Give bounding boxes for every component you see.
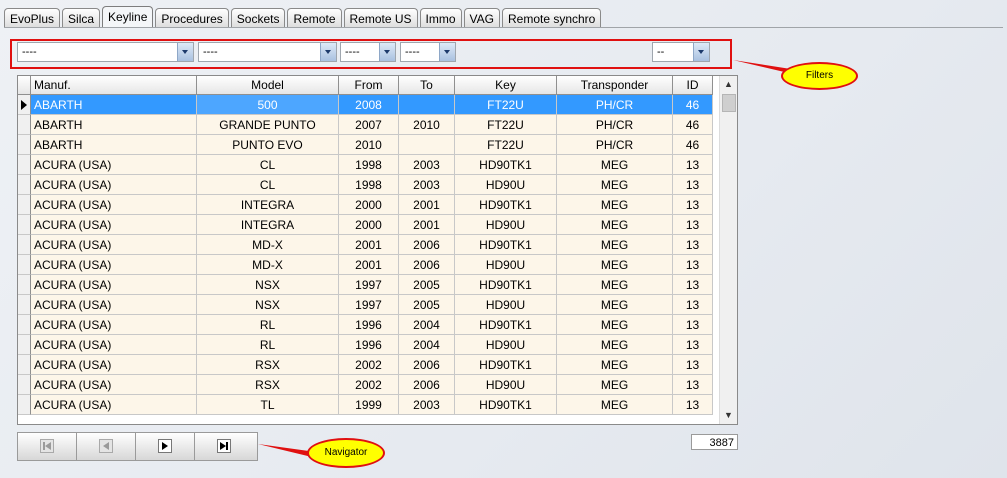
- filters-callout: Filters: [781, 62, 858, 90]
- filters-callout-label: Filters: [805, 70, 834, 81]
- navigator-callout-label: Navigator: [324, 447, 368, 458]
- navigator-callout: Navigator: [307, 438, 385, 468]
